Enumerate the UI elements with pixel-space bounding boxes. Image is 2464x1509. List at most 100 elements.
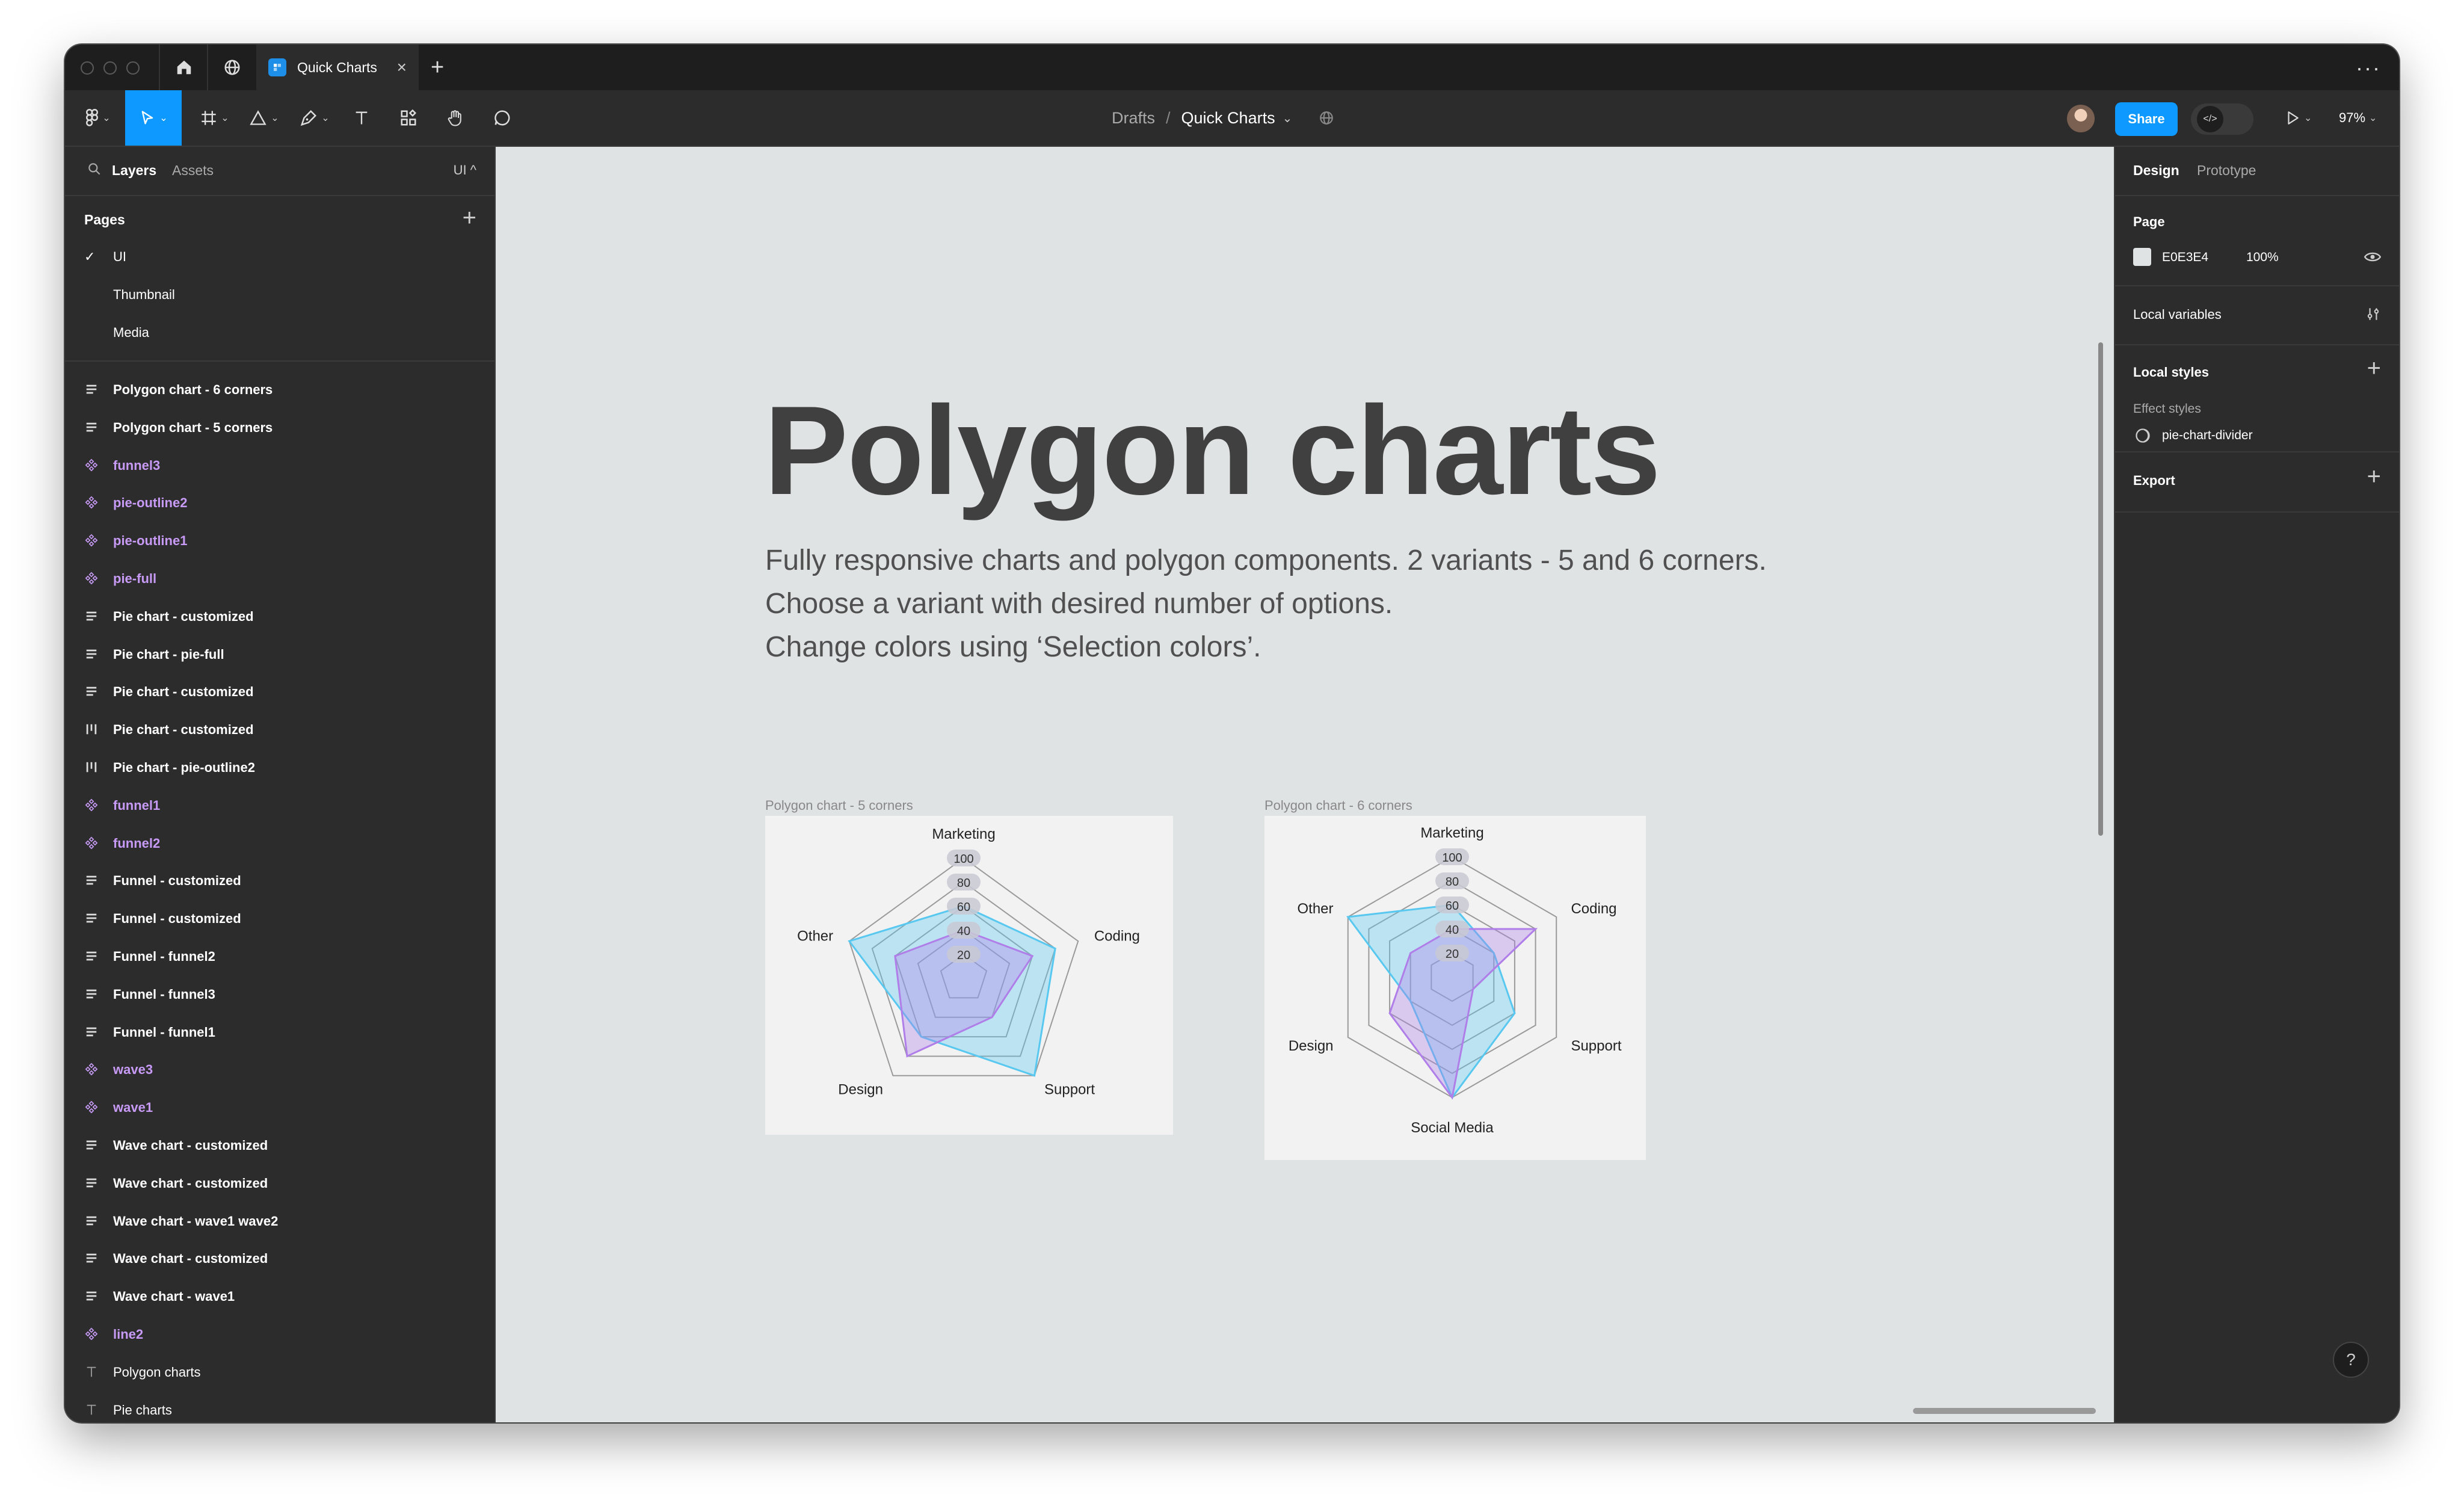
main-menu-button[interactable]: ⌄ — [77, 90, 119, 146]
close-window-button[interactable] — [81, 61, 94, 75]
description-text[interactable]: Fully responsive charts and polygon comp… — [765, 539, 1767, 669]
auto-layout-vertical-icon — [84, 382, 99, 397]
axis-label: Support — [1044, 1081, 1095, 1097]
eye-icon[interactable] — [2364, 250, 2381, 264]
add-page-button[interactable]: + — [463, 205, 476, 232]
layer-item[interactable]: Wave chart - wave1 — [65, 1278, 494, 1316]
dev-mode-toggle[interactable]: </> — [2191, 103, 2253, 135]
layer-item[interactable]: funnel3 — [65, 447, 494, 485]
add-style-button[interactable]: + — [2367, 355, 2381, 382]
page-color-swatch[interactable] — [2133, 248, 2151, 266]
page-item[interactable]: Thumbnail — [65, 276, 494, 314]
layer-name: Pie chart - customized — [113, 608, 254, 624]
home-button[interactable] — [159, 45, 208, 90]
share-button[interactable]: Share — [2115, 102, 2178, 136]
page-opacity-value[interactable]: 100% — [2246, 250, 2279, 265]
layer-item[interactable]: pie-outline2 — [65, 484, 494, 522]
layer-item[interactable]: Pie chart - customized — [65, 673, 494, 711]
design-panel: Design Prototype Page E0E3E4 100% Local … — [2114, 147, 2399, 1422]
layer-item[interactable]: Wave chart - customized — [65, 1127, 494, 1165]
tick-label: 40 — [1446, 924, 1459, 937]
horizontal-scrollbar[interactable] — [1913, 1408, 2096, 1414]
layer-item[interactable]: Pie chart - customized — [65, 598, 494, 636]
local-variables-label[interactable]: Local variables — [2133, 307, 2222, 322]
zoom-level: 97% — [2339, 110, 2366, 125]
file-tab[interactable]: Quick Charts × — [256, 45, 419, 90]
layers-panel: Layers Assets UI ^ Pages + ✓ UI Thumbnail M… — [65, 147, 496, 1422]
layer-item[interactable]: wave3 — [65, 1051, 494, 1089]
layer-item[interactable]: line2 — [65, 1316, 494, 1354]
vertical-scrollbar[interactable] — [2098, 342, 2103, 836]
layer-item[interactable]: funnel1 — [65, 787, 494, 825]
page-item[interactable]: ✓ UI — [65, 238, 494, 276]
layer-item[interactable]: Polygon chart - 6 corners — [65, 371, 494, 409]
layer-item[interactable]: Polygon chart - 5 corners — [65, 409, 494, 447]
layer-item[interactable]: Funnel - funnel3 — [65, 976, 494, 1014]
layer-name: Pie chart - pie-outline2 — [113, 759, 255, 775]
layer-item[interactable]: Funnel - funnel1 — [65, 1014, 494, 1052]
polygon-chart-5-corners[interactable]: 20 40 60 80 100 Marketing Coding Support Design O… — [765, 816, 1173, 1135]
layer-item[interactable]: Wave chart - customized — [65, 1240, 494, 1278]
auto-layout-vertical-icon — [84, 987, 99, 1001]
pen-tool-button[interactable]: ⌄ — [292, 90, 337, 146]
toolbar: ⌄ ⌄ ⌄ ⌄ ⌄ Drafts / Quick Charts ⌄ Share … — [65, 90, 2399, 147]
shape-tool-button[interactable]: ⌄ — [242, 90, 286, 146]
resources-tool-button[interactable] — [392, 90, 425, 146]
page-title[interactable]: Polygon charts — [764, 387, 1661, 514]
zoom-window-button[interactable] — [126, 61, 140, 75]
new-tab-button[interactable]: + — [431, 45, 444, 90]
minimize-window-button[interactable] — [103, 61, 117, 75]
auto-layout-vertical-icon — [84, 949, 99, 963]
layer-name: wave3 — [113, 1062, 153, 1078]
layer-item[interactable]: pie-outline1 — [65, 522, 494, 560]
layer-item[interactable]: Pie chart - pie-outline2 — [65, 749, 494, 787]
layer-item[interactable]: pie-full — [65, 560, 494, 598]
comment-tool-button[interactable] — [486, 90, 519, 146]
close-tab-icon[interactable]: × — [397, 58, 407, 77]
layer-item[interactable]: Pie chart - pie-full — [65, 636, 494, 674]
tab-design[interactable]: Design — [2133, 162, 2179, 179]
community-button[interactable] — [207, 45, 256, 90]
polygon-chart-6-corners[interactable]: 20 40 60 80 100 Marketing Coding Support Social … — [1264, 816, 1646, 1160]
present-button[interactable]: ⌄ — [2285, 90, 2312, 146]
more-options-icon[interactable]: ··· — [2356, 55, 2381, 81]
layer-item[interactable]: Pie charts — [65, 1392, 494, 1422]
effect-style-item[interactable]: pie-chart-divider — [2162, 428, 2253, 443]
page-switcher[interactable]: UI ^ — [454, 162, 476, 178]
frame-label-6-corners[interactable]: Polygon chart - 6 corners — [1264, 798, 1412, 813]
layer-item[interactable]: Funnel - customized — [65, 862, 494, 900]
avatar[interactable] — [2067, 105, 2095, 132]
page-color-value[interactable]: E0E3E4 — [2162, 250, 2208, 265]
help-button[interactable]: ? — [2333, 1342, 2369, 1378]
sliders-icon[interactable] — [2365, 306, 2381, 322]
layer-item[interactable]: Funnel - funnel2 — [65, 938, 494, 976]
canvas[interactable]: Polygon charts Fully responsive charts a… — [496, 147, 2114, 1422]
layer-item[interactable]: funnel2 — [65, 825, 494, 863]
tab-assets[interactable]: Assets — [172, 162, 214, 179]
search-icon[interactable] — [87, 161, 102, 177]
breadcrumb-drafts[interactable]: Drafts — [1112, 109, 1155, 128]
layer-item[interactable]: Pie chart - customized — [65, 711, 494, 749]
layer-item[interactable]: wave1 — [65, 1089, 494, 1127]
hand-tool-button[interactable] — [439, 90, 472, 146]
file-name[interactable]: Quick Charts — [1181, 109, 1275, 128]
layer-item[interactable]: Wave chart - customized — [65, 1165, 494, 1203]
layer-name: funnel2 — [113, 835, 161, 851]
layer-item[interactable]: Funnel - customized — [65, 900, 494, 938]
frame-tool-button[interactable]: ⌄ — [194, 90, 236, 146]
page-item[interactable]: Media — [65, 314, 494, 352]
tab-prototype[interactable]: Prototype — [2197, 162, 2256, 179]
layers-list: Polygon chart - 6 corners Polygon chart -… — [65, 371, 494, 1422]
globe-icon[interactable] — [1319, 110, 1334, 126]
page-item-label: UI — [113, 249, 126, 264]
layer-item[interactable]: Polygon charts — [65, 1354, 494, 1392]
add-export-button[interactable]: + — [2367, 463, 2381, 490]
text-tool-button[interactable] — [345, 90, 378, 146]
layer-name: line2 — [113, 1326, 144, 1342]
layer-item[interactable]: Wave chart - wave1 wave2 — [65, 1203, 494, 1241]
tab-layers[interactable]: Layers — [112, 162, 156, 179]
zoom-menu[interactable]: 97% ⌄ — [2339, 90, 2377, 146]
frame-label-5-corners[interactable]: Polygon chart - 5 corners — [765, 798, 913, 813]
chevron-down-icon[interactable]: ⌄ — [1283, 111, 1293, 126]
move-tool-button[interactable]: ⌄ — [125, 90, 182, 146]
